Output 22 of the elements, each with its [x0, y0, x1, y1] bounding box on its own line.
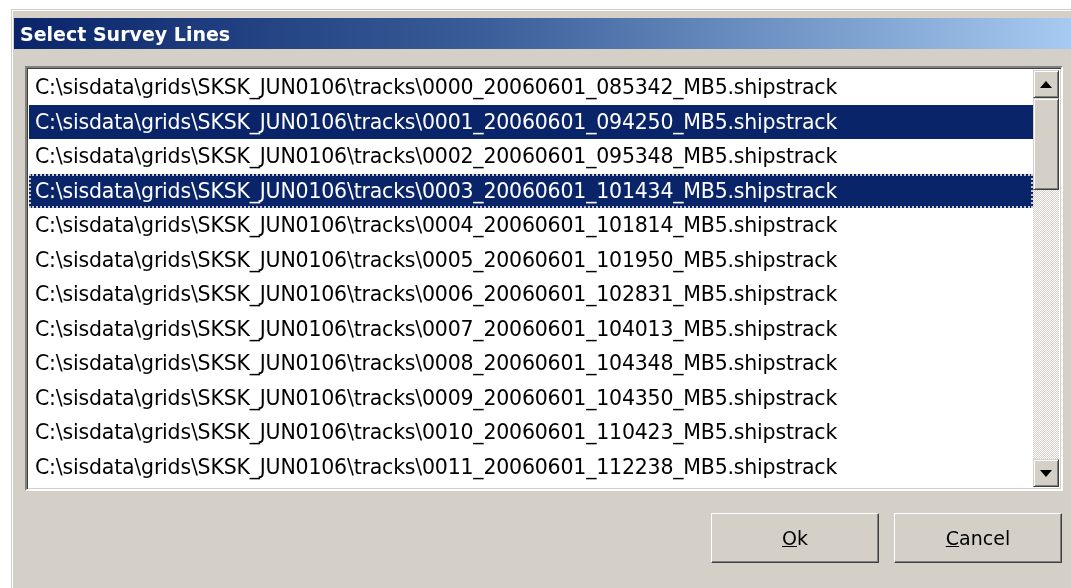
ok-button[interactable]: Ok — [711, 513, 879, 563]
scroll-thumb[interactable] — [1033, 98, 1059, 190]
list-item[interactable]: C:\sisdata\grids\SKSK_JUN0106\tracks\0001_20060601_094250_MB5.shipstrack — [29, 104, 1033, 139]
list-item[interactable]: C:\sisdata\grids\SKSK_JUN0106\tracks\0010_20060601_110423_MB5.shipstrack — [29, 415, 1033, 450]
list-item[interactable]: C:\sisdata\grids\SKSK_JUN0106\tracks\0003_20060601_101434_MB5.shipstrack — [29, 173, 1033, 208]
survey-line-list[interactable] — [25, 66, 1063, 491]
scroll-down-button[interactable] — [1033, 459, 1059, 487]
down-arrow-icon — [1040, 469, 1052, 477]
cancel-button[interactable]: Cancel — [894, 513, 1062, 563]
list-item[interactable]: C:\sisdata\grids\SKSK_JUN0106\tracks\0005_20060601_101950_MB5.shipstrack — [29, 242, 1033, 277]
list-item[interactable]: C:\sisdata\grids\SKSK_JUN0106\tracks\0000_20060601_085342_MB5.shipstrack — [29, 70, 1033, 105]
list-item[interactable]: C:\sisdata\grids\SKSK_JUN0106\tracks\0002_20060601_095348_MB5.shipstrack — [29, 139, 1033, 174]
list-item[interactable]: C:\sisdata\grids\SKSK_JUN0106\tracks\0011_20060601_112238_MB5.shipstrack — [29, 449, 1033, 484]
scrollbar[interactable] — [1033, 70, 1059, 487]
list-item[interactable]: C:\sisdata\grids\SKSK_JUN0106\tracks\0006_20060601_102831_MB5.shipstrack — [29, 277, 1033, 312]
up-arrow-icon — [1040, 80, 1052, 88]
list-item[interactable]: C:\sisdata\grids\SKSK_JUN0106\tracks\0007_20060601_104013_MB5.shipstrack — [29, 311, 1033, 346]
list-item[interactable]: C:\sisdata\grids\SKSK_JUN0106\tracks\0008_20060601_104348_MB5.shipstrack — [29, 346, 1033, 381]
list-item[interactable]: C:\sisdata\grids\SKSK_JUN0106\tracks\0009_20060601_104350_MB5.shipstrack — [29, 380, 1033, 415]
window-title: Select Survey Lines — [20, 22, 231, 45]
list-item[interactable]: C:\sisdata\grids\SKSK_JUN0106\tracks\0004_20060601_101814_MB5.shipstrack — [29, 208, 1033, 243]
scroll-up-button[interactable] — [1033, 70, 1059, 98]
